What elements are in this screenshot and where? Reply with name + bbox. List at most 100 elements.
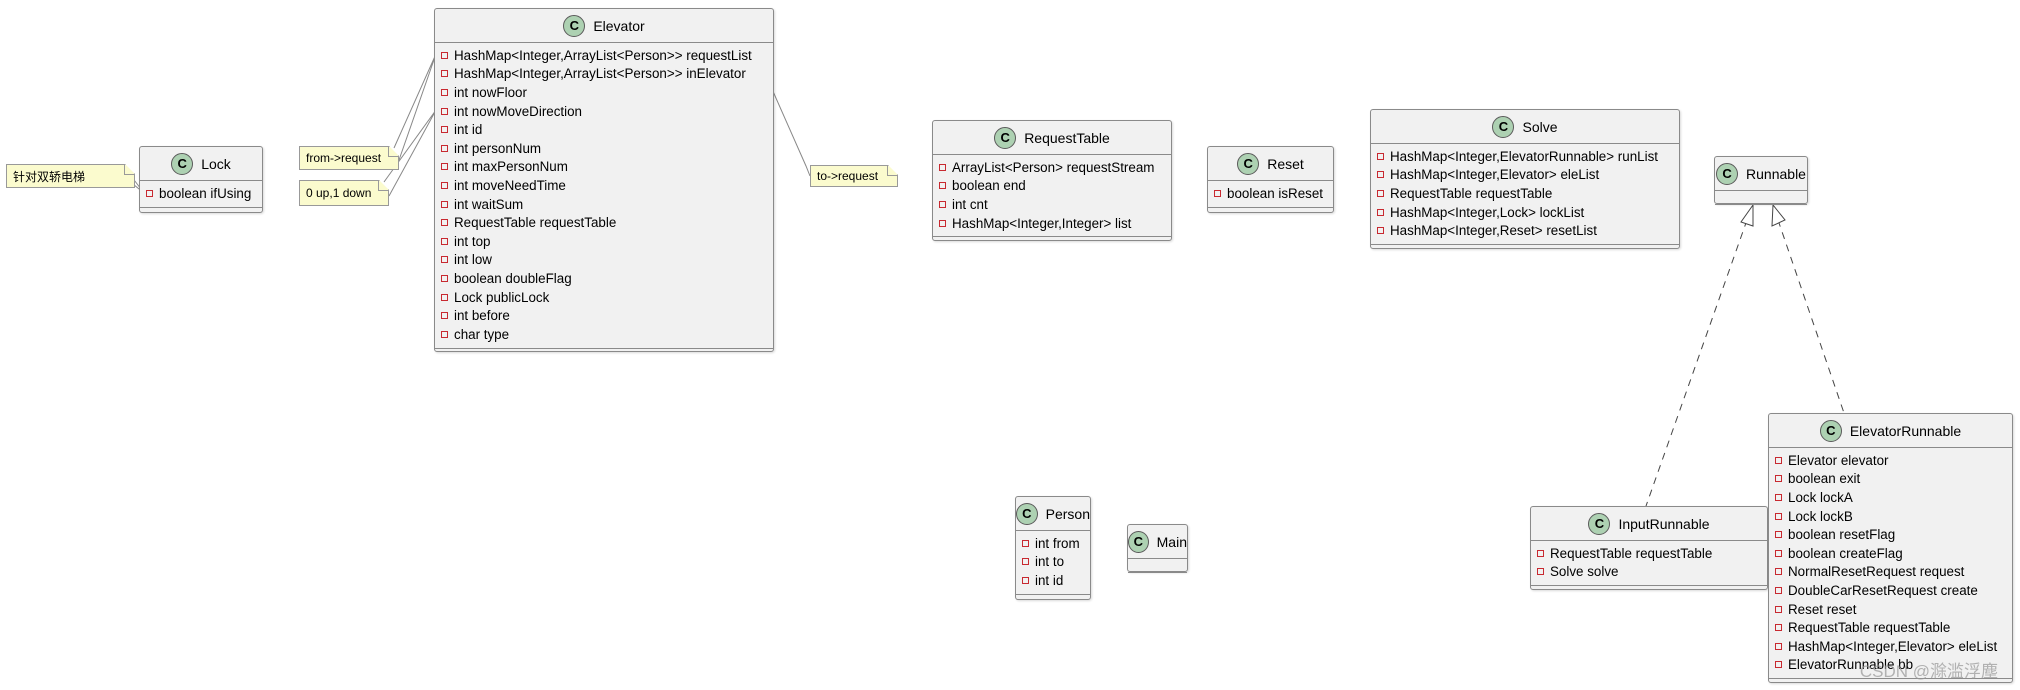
field: ArrayList<Person> requestStream [933,158,1171,177]
field: int id [435,120,773,139]
field-list: boolean ifUsing [140,181,262,208]
class-elevatorrunnable[interactable]: C ElevatorRunnable Elevator elevator bool… [1768,413,2013,683]
class-name: Lock [201,155,231,172]
field-text: HashMap<Integer,ArrayList<Person>> inEle… [454,66,746,82]
field-text: int waitSum [454,196,524,212]
field-text: int id [454,122,483,138]
private-visibility-icon [1775,549,1782,557]
class-name: Person [1045,505,1090,522]
field-text: NormalResetRequest request [1788,564,1965,580]
field: int low [435,251,773,270]
note-text: from->request [306,151,382,165]
field-text: ArrayList<Person> requestStream [952,159,1155,175]
class-header: C Reset [1208,147,1333,181]
field: DoubleCarResetRequest create [1769,581,2012,600]
field: int from [1016,534,1090,553]
field: Elevator elevator [1769,451,2012,470]
class-header: C Lock [140,147,262,181]
field: int moveNeedTime [435,176,773,195]
private-visibility-icon [1775,586,1782,594]
field-text: int id [1035,572,1064,588]
private-visibility-icon [1377,152,1384,160]
field: boolean createFlag [1769,544,2012,563]
private-visibility-icon [441,107,448,115]
private-visibility-icon [441,163,448,171]
class-header: C Runnable [1715,157,1807,191]
private-visibility-icon [441,256,448,264]
private-visibility-icon [441,70,448,78]
class-icon: C [1492,115,1515,138]
field-list: RequestTable requestTable Solve solve [1531,541,1767,587]
private-visibility-icon [1022,539,1029,547]
field-text: int nowMoveDirection [454,103,583,119]
private-visibility-icon [441,200,448,208]
field-text: RequestTable requestTable [1550,545,1713,561]
private-visibility-icon [441,88,448,96]
class-icon: C [171,152,194,175]
field: HashMap<Integer,ArrayList<Person>> inEle… [435,65,773,84]
field-text: RequestTable requestTable [1390,185,1553,201]
private-visibility-icon [441,51,448,59]
field-list: HashMap<Integer,ElevatorRunnable> runLis… [1371,144,1679,245]
field-text: RequestTable requestTable [454,215,617,231]
class-runnable[interactable]: C Runnable [1714,156,1808,205]
private-visibility-icon [1377,171,1384,179]
class-person[interactable]: C Person int from int to int id [1015,496,1091,600]
private-visibility-icon [1537,549,1544,557]
private-visibility-icon [1775,456,1782,464]
class-elevator[interactable]: C Elevator HashMap<Integer,ArrayList<Per… [434,8,774,352]
class-inputrunnable[interactable]: C InputRunnable RequestTable requestTabl… [1530,506,1768,590]
method-list [933,237,1171,246]
private-visibility-icon [441,219,448,227]
method-list [1715,205,1807,214]
private-visibility-icon [441,144,448,152]
class-header: C ElevatorRunnable [1769,414,2012,448]
watermark: CSDN @滁滥浮塵 [1859,662,1998,681]
private-visibility-icon [1775,661,1782,669]
class-name: Main [1156,533,1187,550]
field: int top [435,232,773,251]
field: Reset reset [1769,600,2012,619]
note-from-connector [393,53,437,161]
private-visibility-icon [441,126,448,134]
class-requesttable[interactable]: C RequestTable ArrayList<Person> request… [932,120,1172,241]
field: Lock lockA [1769,488,2012,507]
class-icon: C [1128,530,1149,553]
field-text: boolean exit [1788,471,1861,487]
class-icon: C [1588,512,1611,535]
field-text: Lock publicLock [454,289,550,305]
private-visibility-icon [939,219,946,227]
field-text: HashMap<Integer,ElevatorRunnable> runLis… [1390,148,1658,164]
method-list [1531,586,1767,595]
field: Lock lockB [1769,507,2012,526]
field-text: boolean createFlag [1788,545,1903,561]
field: HashMap<Integer,Reset> resetList [1371,221,1679,240]
inputrunnable-realization-line [1645,219,1748,507]
class-header: C Elevator [435,9,773,43]
note-to: to->request [810,165,898,187]
field-text: RequestTable requestTable [1788,620,1951,636]
class-name: RequestTable [1024,129,1110,146]
field: Solve solve [1531,563,1767,582]
field: RequestTable requestTable [1769,618,2012,637]
note-from: from->request [299,146,399,170]
class-name: ElevatorRunnable [1849,422,1962,439]
field: boolean end [933,177,1171,196]
field-text: int before [454,308,510,324]
private-visibility-icon [1775,493,1782,501]
field-text: char type [454,326,510,342]
class-name: Solve [1522,118,1558,135]
class-reset[interactable]: C Reset boolean isReset [1207,146,1334,213]
field-text: boolean end [952,178,1026,194]
field-text: boolean resetFlag [1788,527,1896,543]
field: boolean isReset [1208,184,1333,203]
class-main[interactable]: C Main [1127,524,1188,573]
class-name: Reset [1267,155,1304,172]
field-list: boolean isReset [1208,181,1333,208]
private-visibility-icon [1377,189,1384,197]
class-lock[interactable]: C Lock boolean ifUsing [139,146,263,213]
field-text: int top [454,233,491,249]
class-solve[interactable]: C Solve HashMap<Integer,ElevatorRunnable… [1370,109,1680,249]
field-text: HashMap<Integer,Integer> list [952,215,1132,231]
field-text: boolean ifUsing [159,185,252,201]
